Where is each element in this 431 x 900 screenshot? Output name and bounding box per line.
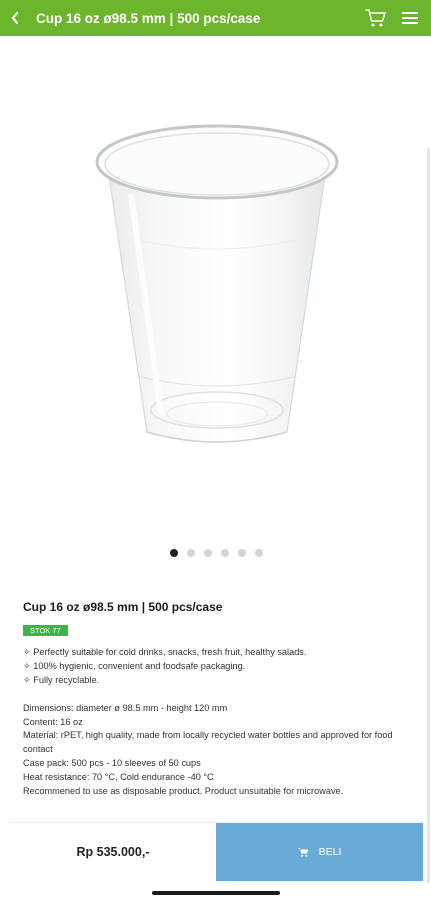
- product-image-gallery[interactable]: [10, 36, 423, 541]
- chevron-left-icon: [11, 11, 19, 25]
- menu-button[interactable]: [399, 5, 421, 31]
- pagination-dot[interactable]: [187, 549, 195, 557]
- price-label: Rp 535.000,-: [10, 823, 216, 881]
- scrollbar[interactable]: [427, 148, 430, 883]
- app-bar: Cup 16 oz ø98.5 mm | 500 pcs/case: [0, 0, 431, 36]
- feature-line: ✧ 100% hygienic, convenient and foodsafe…: [23, 660, 246, 671]
- spec-line: Dimensions: diameter ø 98.5 mm - height …: [23, 702, 228, 713]
- gallery-pagination: [10, 549, 423, 557]
- cart-button[interactable]: [363, 5, 389, 31]
- back-button[interactable]: [2, 0, 28, 36]
- product-content: Cup 16 oz ø98.5 mm | 500 pcs/case STOK 7…: [10, 36, 423, 822]
- app-bar-title: Cup 16 oz ø98.5 mm | 500 pcs/case: [36, 10, 261, 26]
- feature-line: ✧ Fully recyclable.: [23, 674, 100, 685]
- pagination-dot[interactable]: [255, 549, 263, 557]
- pagination-dot[interactable]: [170, 549, 178, 557]
- hamburger-menu-icon: [402, 12, 418, 24]
- spec-line: Case pack: 500 pcs - 10 sleeves of 50 cu…: [23, 758, 201, 769]
- spec-line: Recommened to use as disposable product.…: [23, 786, 344, 797]
- stock-badge: STOK 77: [23, 625, 68, 636]
- pagination-dot[interactable]: [238, 549, 246, 557]
- spec-line: Heat resistance: 70 °C, Cold endurance -…: [23, 772, 214, 783]
- bottom-action-bar: Rp 535.000,- BELI: [10, 822, 423, 881]
- home-indicator[interactable]: [152, 891, 280, 895]
- feature-line: ✧ Perfectly suitable for cold drinks, sn…: [23, 647, 307, 657]
- buy-button-label: BELI: [318, 846, 342, 858]
- pagination-dot[interactable]: [221, 549, 229, 557]
- spec-line: Material: rPET, high quality, made from …: [23, 730, 393, 755]
- product-description: ✧ Perfectly suitable for cold drinks, sn…: [23, 646, 415, 799]
- product-image: [95, 124, 338, 443]
- buy-button[interactable]: BELI: [216, 823, 423, 881]
- cart-icon: [297, 848, 308, 857]
- spec-line: Content: 16 oz: [23, 716, 83, 727]
- pagination-dot[interactable]: [204, 549, 212, 557]
- cart-icon: [365, 9, 386, 27]
- product-title: Cup 16 oz ø98.5 mm | 500 pcs/case: [23, 600, 223, 614]
